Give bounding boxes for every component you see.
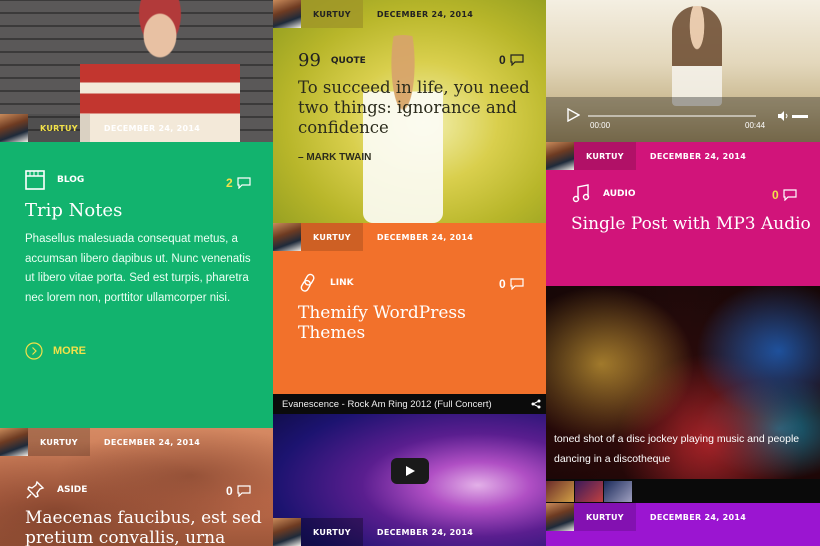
audio-duration: 00:44 (745, 121, 766, 130)
gallery-post-card: toned shot of a disc jockey playing musi… (546, 286, 820, 546)
author-link[interactable]: KURTUY (574, 142, 636, 170)
post-date: DECEMBER 24, 2014 (649, 512, 747, 522)
comment-count[interactable]: 0 (499, 53, 524, 67)
quote-author: – MARK TWAIN (298, 152, 372, 163)
category-label: BLOG (25, 170, 84, 190)
avatar[interactable] (0, 114, 28, 142)
blog-icon (25, 170, 45, 190)
link-icon (300, 273, 315, 292)
category-name[interactable]: BLOG (57, 175, 84, 185)
category-name[interactable]: ASIDE (57, 485, 87, 495)
gallery-thumbnails (546, 479, 820, 503)
more-link[interactable]: MORE (25, 342, 86, 360)
post-title[interactable]: Maecenas faucibus, est sed pretium conva… (25, 508, 265, 546)
category-label: LINK (298, 273, 354, 293)
comment-count[interactable]: 2 (226, 176, 251, 190)
post-meta: KURTUY DECEMBER 24, 2014 (0, 114, 200, 142)
category-name[interactable]: AUDIO (603, 189, 635, 199)
post-date: DECEMBER 24, 2014 (649, 151, 747, 161)
audio-post-card: KURTUY DECEMBER 24, 2014 AUDIO 0 Single … (546, 142, 820, 286)
gallery-thumb[interactable] (575, 481, 603, 502)
post-date: DECEMBER 24, 2014 (103, 437, 201, 447)
quote-text[interactable]: To succeed in life, you need two things:… (298, 78, 533, 138)
music-note-icon (572, 184, 590, 203)
link-post-card: KURTUY DECEMBER 24, 2014 LINK 0 Themify … (273, 223, 546, 394)
comment-number: 0 (499, 277, 506, 291)
post-date: DECEMBER 24, 2014 (376, 9, 474, 19)
post-meta: KURTUY DECEMBER 24, 2014 (0, 428, 200, 456)
gallery-caption: toned shot of a disc jockey playing musi… (554, 433, 800, 465)
comment-count[interactable]: 0 (499, 277, 524, 291)
volume-slider[interactable] (792, 115, 808, 118)
avatar[interactable] (0, 428, 28, 456)
video-post-card: Evanescence - Rock Am Ring 2012 (Full Co… (273, 394, 546, 546)
quote-post-card: KURTUY DECEMBER 24, 2014 99 QUOTE 0 To s… (273, 0, 546, 223)
comment-number: 0 (772, 188, 779, 202)
author-link[interactable]: KURTUY (301, 223, 363, 251)
category-label: ASIDE (25, 480, 87, 500)
avatar[interactable] (273, 518, 301, 546)
column-middle: KURTUY DECEMBER 24, 2014 99 QUOTE 0 To s… (273, 0, 546, 546)
post-excerpt: Phasellus malesuada consequat metus, a a… (25, 233, 251, 304)
avatar[interactable] (546, 503, 574, 531)
category-name[interactable]: LINK (330, 278, 354, 288)
author-link[interactable]: KURTUY (28, 114, 90, 142)
volume-icon[interactable] (777, 110, 789, 122)
video-title-bar: Evanescence - Rock Am Ring 2012 (Full Co… (273, 394, 546, 414)
category-label: AUDIO (571, 184, 635, 204)
category-label: 99 QUOTE (298, 50, 366, 71)
avatar[interactable] (273, 0, 301, 28)
post-meta: KURTUY DECEMBER 24, 2014 (273, 0, 473, 28)
comment-icon (237, 177, 251, 189)
comment-icon (783, 189, 797, 201)
avatar[interactable] (546, 142, 574, 170)
comment-icon (237, 485, 251, 497)
avatar[interactable] (273, 223, 301, 251)
post-meta: KURTUY DECEMBER 24, 2014 (546, 142, 746, 170)
play-button[interactable] (391, 458, 429, 484)
author-link[interactable]: KURTUY (574, 503, 636, 531)
category-name[interactable]: QUOTE (331, 56, 366, 66)
author-link[interactable]: KURTUY (301, 0, 363, 28)
column-left: KURTUY DECEMBER 24, 2014 BLOG 2 Trip Not… (0, 0, 273, 546)
post-date: DECEMBER 24, 2014 (376, 527, 474, 537)
play-icon[interactable] (566, 108, 580, 122)
post-title[interactable]: Trip Notes (25, 200, 122, 221)
author-link[interactable]: KURTUY (28, 428, 90, 456)
post-date: DECEMBER 24, 2014 (376, 232, 474, 242)
pin-icon (26, 480, 45, 499)
audio-current-time: 00:00 (590, 121, 611, 130)
share-icon[interactable] (531, 399, 541, 409)
post-title[interactable]: Themify WordPress Themes (298, 303, 498, 343)
post-meta: KURTUY DECEMBER 24, 2014 (546, 503, 746, 531)
comment-number: 0 (226, 484, 233, 498)
audio-progress-bar[interactable] (588, 115, 756, 117)
comment-icon (510, 278, 524, 290)
aside-post-card: KURTUY DECEMBER 24, 2014 ASIDE 0 Maecena… (0, 428, 273, 546)
post-meta: KURTUY DECEMBER 24, 2014 (273, 518, 473, 546)
comment-count[interactable]: 0 (226, 484, 251, 498)
arrow-circle-icon (25, 342, 43, 360)
comment-count[interactable]: 0 (772, 188, 797, 202)
gallery-thumb[interactable] (546, 481, 574, 502)
video-title[interactable]: Evanescence - Rock Am Ring 2012 (Full Co… (282, 399, 492, 410)
post-title[interactable]: Single Post with MP3 Audio (571, 214, 811, 234)
play-icon (406, 466, 415, 476)
post-meta: KURTUY DECEMBER 24, 2014 (273, 223, 473, 251)
comment-number: 2 (226, 176, 233, 190)
comment-number: 0 (499, 53, 506, 67)
comment-icon (510, 54, 524, 66)
author-link[interactable]: KURTUY (301, 518, 363, 546)
post-date: DECEMBER 24, 2014 (103, 123, 201, 133)
column-right: 00:00 00:44 KURTUY DECEMBER 24, 2014 AUD… (546, 0, 820, 546)
more-label: MORE (53, 345, 86, 357)
gallery-thumb[interactable] (604, 481, 632, 502)
audio-player: 00:00 00:44 (546, 97, 820, 142)
blog-post-card: BLOG 2 Trip Notes Phasellus malesuada co… (0, 142, 273, 428)
quote-icon: 99 (298, 50, 321, 71)
gallery-footer: KURTUY DECEMBER 24, 2014 (546, 503, 820, 546)
